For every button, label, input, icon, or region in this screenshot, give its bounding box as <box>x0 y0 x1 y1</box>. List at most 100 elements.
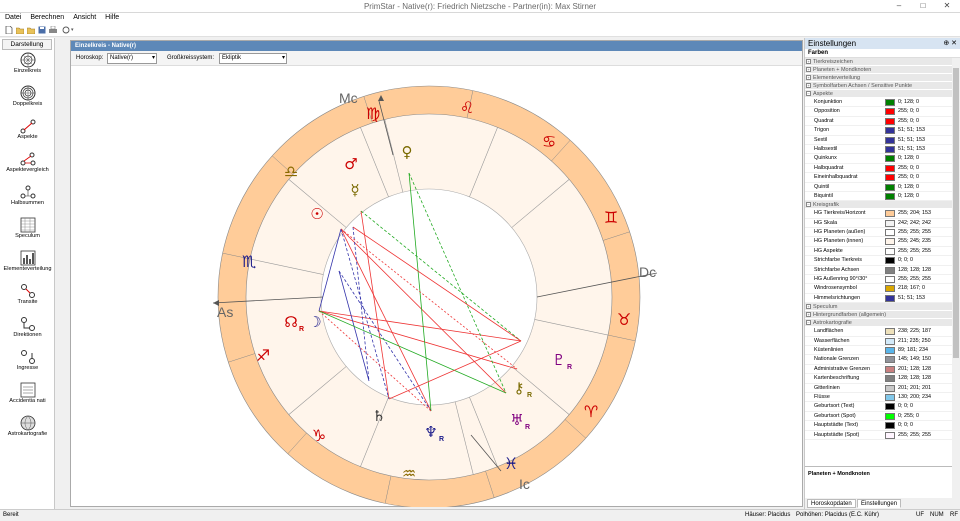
color-swatch[interactable] <box>885 219 895 227</box>
color-setting-row[interactable]: Wasserflächen 211; 235; 250 <box>805 337 960 346</box>
color-setting-row[interactable]: Strichfarbe Tierkreis 0; 0; 0 <box>805 256 960 266</box>
settings-section[interactable]: + Planeten + Mondknoten <box>805 66 960 74</box>
expand-icon[interactable]: + <box>806 59 811 64</box>
settings-section[interactable]: + Symbolfarben Achsen / Sensitive Punkte <box>805 82 960 90</box>
open-folder-icon[interactable] <box>16 26 24 34</box>
sidebar-item-astrokartografie[interactable]: Astrokartografie <box>0 415 55 437</box>
color-setting-row[interactable]: HG Aspekte 255; 255; 255 <box>805 247 960 257</box>
color-setting-row[interactable]: HG Tierkreis/Horizont 255; 204; 153 <box>805 209 960 219</box>
color-setting-row[interactable]: Landflächen 238; 225; 187 <box>805 327 960 337</box>
color-setting-row[interactable]: Eineinhalbquadrat 255; 0; 0 <box>805 173 960 183</box>
sidebar-item-einzelkreis[interactable]: Einzelkreis <box>0 52 55 74</box>
save-icon[interactable] <box>38 26 46 34</box>
color-setting-row[interactable]: Hauptstädte (Spot) 255; 255; 255 <box>805 431 960 440</box>
color-setting-row[interactable]: Geburtsort (Spot) 0; 255; 0 <box>805 412 960 422</box>
settings-section[interactable]: − Astrokartografie <box>805 319 960 328</box>
color-swatch[interactable] <box>885 337 895 345</box>
color-swatch[interactable] <box>885 393 895 401</box>
close-button[interactable]: ✕ <box>936 0 958 12</box>
color-swatch[interactable] <box>885 375 895 383</box>
color-swatch[interactable] <box>885 210 895 218</box>
color-swatch[interactable] <box>885 328 895 336</box>
color-swatch[interactable] <box>885 183 895 191</box>
horoscope-wheel[interactable]: Mc Ic As Dc ♍ ♌ ♋ ♊ ♉ ♈ ♓ ♒ ♑ ♐ ♏ ♎ ♀ ♂ … <box>71 67 802 507</box>
settings-section[interactable]: + Tierkreiszeichen <box>805 58 960 66</box>
sidebar-item-transite[interactable]: Transite <box>0 283 55 305</box>
color-setting-row[interactable]: Quadrat 255; 0; 0 <box>805 117 960 127</box>
color-swatch[interactable] <box>885 145 895 153</box>
color-setting-row[interactable]: Administrative Grenzen 201; 128; 128 <box>805 365 960 375</box>
menu-ansicht[interactable]: Ansicht <box>68 13 100 21</box>
settings-section[interactable]: + Hintergrundfarben (allgemein) <box>805 311 960 320</box>
color-swatch[interactable] <box>885 136 895 144</box>
sidebar-item-halbsummen[interactable]: Halbsummen <box>0 184 55 206</box>
color-swatch[interactable] <box>885 384 895 392</box>
minimize-button[interactable]: – <box>888 0 910 12</box>
color-swatch[interactable] <box>885 346 895 354</box>
color-setting-row[interactable]: Flüsse 130; 200; 234 <box>805 393 960 403</box>
color-swatch[interactable] <box>885 238 895 246</box>
collapse-icon[interactable]: − <box>806 91 811 96</box>
pin-close-icon[interactable]: ⊕ ✕ <box>943 38 957 49</box>
new-file-icon[interactable] <box>5 26 13 34</box>
expand-icon[interactable]: + <box>806 304 811 310</box>
color-setting-row[interactable]: Halbsextil 51; 51; 153 <box>805 145 960 155</box>
color-setting-row[interactable]: HG Planeten (außen) 255; 255; 255 <box>805 228 960 238</box>
color-swatch[interactable] <box>885 403 895 411</box>
settings-section[interactable]: − Kreisgrafik <box>805 201 960 210</box>
color-swatch[interactable] <box>885 356 895 364</box>
color-setting-row[interactable]: Trigon 51; 51; 153 <box>805 126 960 136</box>
expand-icon[interactable]: + <box>806 312 811 318</box>
scrollbar-thumb[interactable] <box>953 68 959 358</box>
sidebar-item-speculum[interactable]: Speculum <box>0 217 55 239</box>
collapse-icon[interactable]: − <box>806 202 811 208</box>
color-swatch[interactable] <box>885 431 895 439</box>
color-setting-row[interactable]: HG Außenring 90°/30° 255; 255; 255 <box>805 275 960 285</box>
color-setting-row[interactable]: Himmelsrichtungen 51; 51; 153 <box>805 294 960 304</box>
color-swatch[interactable] <box>885 108 895 116</box>
color-swatch[interactable] <box>885 99 895 106</box>
color-setting-row[interactable]: Biquintil 0; 128; 0 <box>805 192 960 202</box>
tab-horoskopdaten[interactable]: Horoskopdaten <box>807 499 856 508</box>
expand-icon[interactable]: + <box>806 67 811 72</box>
color-swatch[interactable] <box>885 422 895 430</box>
color-swatch[interactable] <box>885 257 895 265</box>
color-swatch[interactable] <box>885 412 895 420</box>
horoskop-select[interactable]: Native(r) ▾ <box>107 53 157 64</box>
color-swatch[interactable] <box>885 155 895 163</box>
settings-scrollbar[interactable] <box>952 58 960 503</box>
color-setting-row[interactable]: Windrosensymbol 218; 167; 0 <box>805 284 960 294</box>
expand-icon[interactable]: + <box>806 75 811 80</box>
color-swatch[interactable] <box>885 247 895 255</box>
color-setting-row[interactable]: Strichfarbe Achsen 128; 128; 128 <box>805 266 960 276</box>
sidebar-item-ingresse[interactable]: Ingresse <box>0 349 55 371</box>
open-chart-icon[interactable] <box>27 26 35 34</box>
menu-berechnen[interactable]: Berechnen <box>25 13 68 21</box>
settings-section[interactable]: + Speculum <box>805 303 960 312</box>
color-swatch[interactable] <box>885 276 895 284</box>
settings-section[interactable]: − Aspekte <box>805 90 960 98</box>
color-swatch[interactable] <box>885 266 895 274</box>
color-setting-row[interactable]: Halbquadrat 255; 0; 0 <box>805 164 960 174</box>
color-setting-row[interactable]: Sextil 51; 51; 153 <box>805 136 960 145</box>
dropdown-arrow-icon[interactable]: ▾ <box>71 26 79 34</box>
color-setting-row[interactable]: Opposition 255; 0; 0 <box>805 107 960 117</box>
color-setting-row[interactable]: Nationale Grenzen 145; 149; 150 <box>805 355 960 365</box>
color-swatch[interactable] <box>885 294 895 302</box>
sidebar-item-direktionen[interactable]: Direktionen <box>0 316 55 338</box>
color-swatch[interactable] <box>885 164 895 172</box>
color-setting-row[interactable]: Geburtsort (Text) 0; 0; 0 <box>805 402 960 412</box>
document-tab[interactable]: Einzelkreis - Native(r) <box>71 41 802 51</box>
sidebar-item-aspektevergleich[interactable]: Aspektevergleich <box>0 151 55 173</box>
menu-datei[interactable]: Datei <box>0 13 25 21</box>
color-swatch[interactable] <box>885 229 895 237</box>
color-setting-row[interactable]: Gitterlinien 201; 201; 201 <box>805 384 960 393</box>
sidebar-item-accidentia[interactable]: Accidentia nati <box>0 382 55 404</box>
color-setting-row[interactable]: HG Skala 242; 242; 242 <box>805 219 960 229</box>
expand-icon[interactable]: + <box>806 83 811 88</box>
tab-einstellungen[interactable]: Einstellungen <box>857 499 902 508</box>
color-swatch[interactable] <box>885 174 895 182</box>
sidebar-item-elementeverteilung[interactable]: Elementeverteilung <box>0 250 55 272</box>
color-swatch[interactable] <box>885 365 895 373</box>
collapse-icon[interactable]: − <box>806 320 811 326</box>
